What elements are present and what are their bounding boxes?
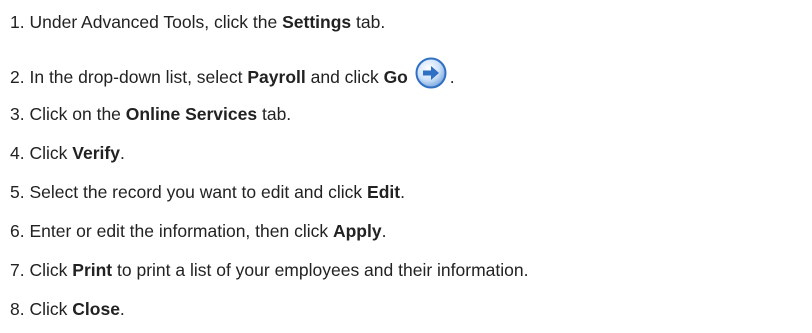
- step-7: 7. Click Print to print a list of your e…: [10, 259, 528, 281]
- step-text: Click: [29, 299, 73, 319]
- go-arrow-icon: [415, 57, 447, 89]
- step-6: 6. Enter or edit the information, then c…: [10, 220, 386, 242]
- step-3: 3. Click on the Online Services tab.: [10, 103, 291, 125]
- step-4: 4. Click Verify.: [10, 142, 125, 164]
- step-number: 4.: [10, 143, 25, 163]
- step-8: 8. Click Close.: [10, 298, 125, 320]
- ui-term-go: Go: [383, 67, 408, 87]
- step-number: 3.: [10, 104, 25, 124]
- ui-term-print: Print: [72, 260, 113, 280]
- step-text: Under Advanced Tools, click the: [29, 12, 283, 32]
- step-1: 1. Under Advanced Tools, click the Setti…: [10, 11, 385, 33]
- ui-term-close: Close: [72, 299, 120, 319]
- step-text: In the drop-down list, select: [29, 67, 248, 87]
- ui-term-online-services: Online Services: [125, 104, 258, 124]
- step-text: .: [381, 221, 387, 241]
- step-number: 2.: [10, 67, 25, 87]
- step-2: 2. In the drop-down list, select Payroll…: [10, 57, 455, 89]
- step-text: Enter or edit the information, then clic…: [29, 221, 333, 241]
- step-number: 7.: [10, 260, 25, 280]
- step-number: 5.: [10, 182, 25, 202]
- step-text: to print a list of your employees and th…: [112, 260, 529, 280]
- step-text: .: [119, 143, 125, 163]
- ui-term-edit: Edit: [367, 182, 401, 202]
- step-5: 5. Select the record you want to edit an…: [10, 181, 405, 203]
- step-text: .: [119, 299, 125, 319]
- step-text: and click: [305, 67, 384, 87]
- step-number: 8.: [10, 299, 25, 319]
- step-text: .: [400, 182, 405, 202]
- step-text: tab.: [351, 12, 386, 32]
- ui-term-verify: Verify: [72, 143, 120, 163]
- ui-term-settings: Settings: [282, 12, 352, 32]
- ui-term-payroll: Payroll: [247, 67, 306, 87]
- step-text: Select the record you want to edit and c…: [29, 182, 368, 202]
- step-text: tab.: [257, 104, 292, 124]
- step-text: .: [449, 67, 455, 87]
- step-text: Click: [29, 260, 73, 280]
- step-text: Click: [29, 143, 73, 163]
- step-number: 6.: [10, 221, 25, 241]
- step-text: Click on the: [29, 104, 126, 124]
- ui-term-apply: Apply: [332, 221, 382, 241]
- step-number: 1.: [10, 12, 25, 32]
